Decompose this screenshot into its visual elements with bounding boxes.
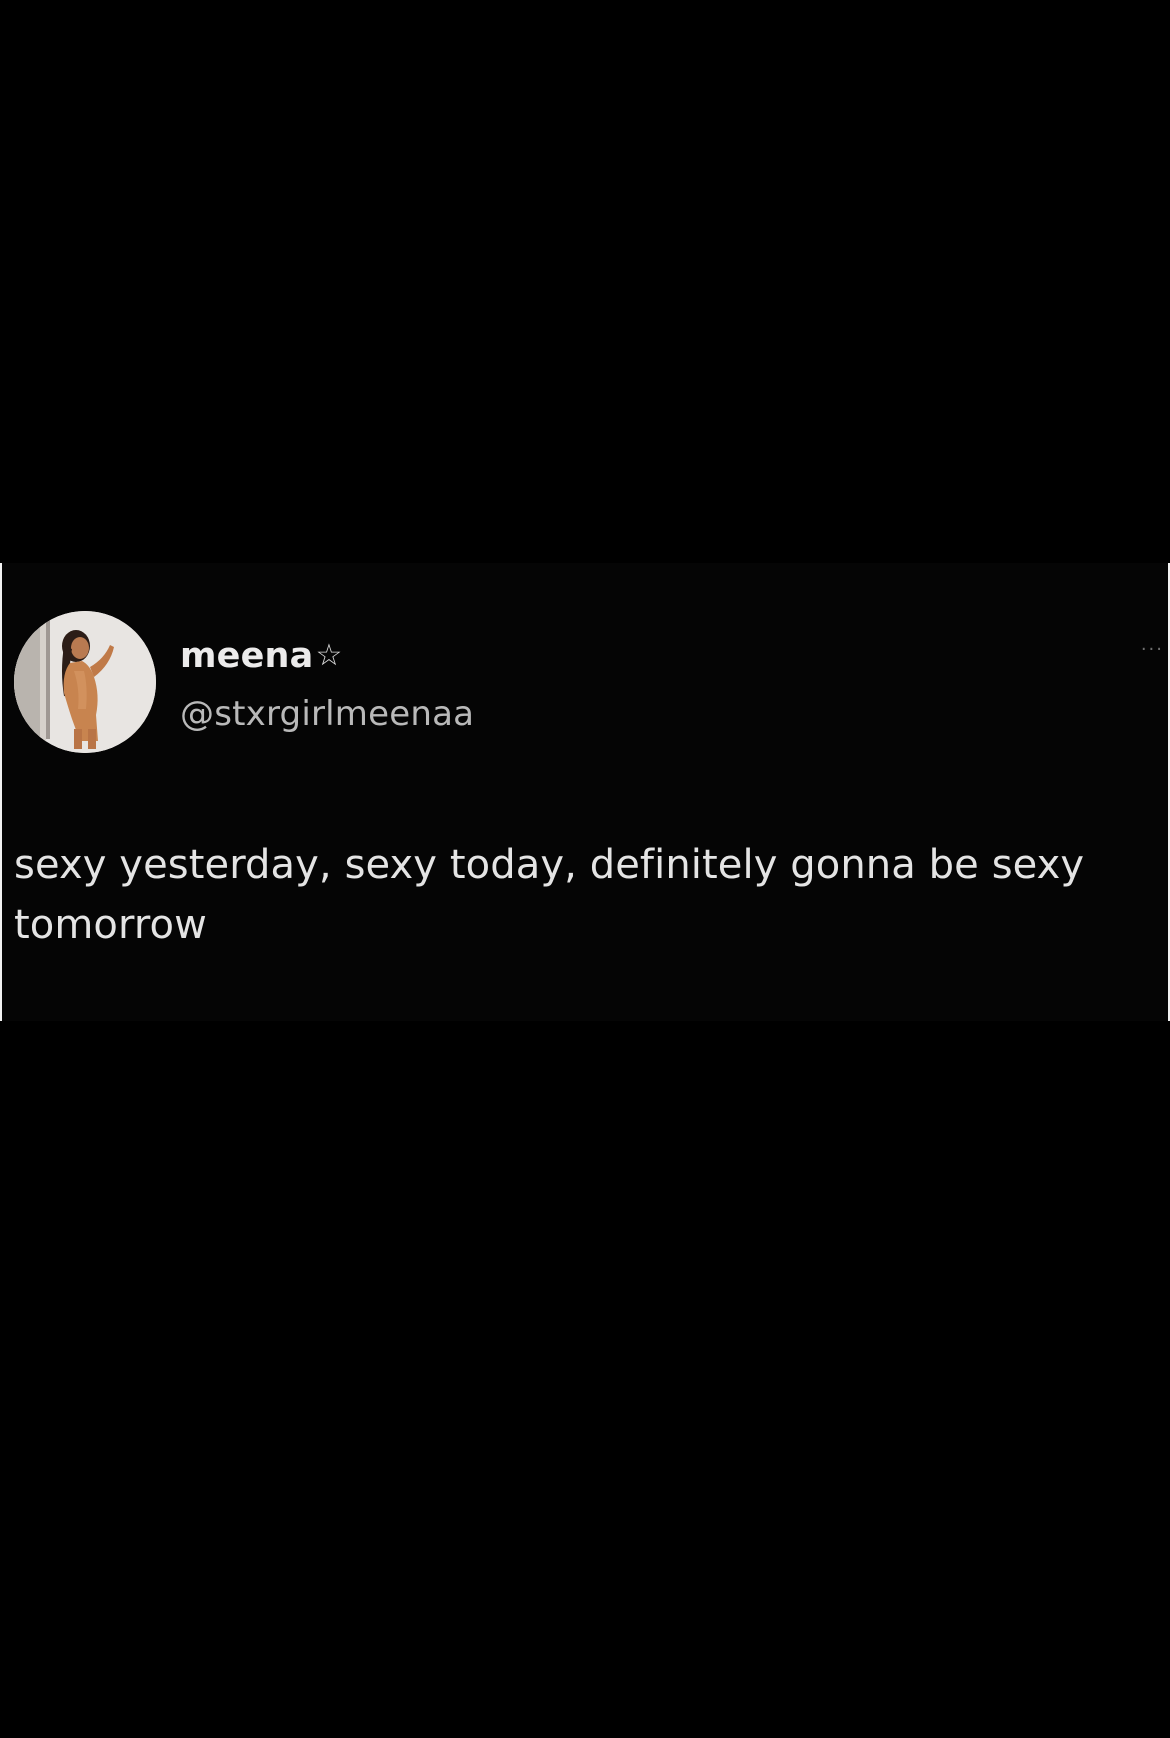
user-handle[interactable]: @stxrgirlmeenaa	[180, 694, 474, 734]
tweet-text: sexy yesterday, sexy today, definitely g…	[14, 842, 1085, 948]
more-options-icon[interactable]: ···	[1141, 641, 1164, 659]
star-outline-icon: ☆	[315, 638, 343, 673]
avatar[interactable]	[14, 611, 156, 753]
tweet-card[interactable]: meena ☆ @stxrgirlmeenaa ··· sexy yesterd…	[0, 563, 1170, 1021]
avatar-photo	[14, 611, 156, 753]
display-name-row[interactable]: meena ☆	[180, 633, 342, 679]
display-name[interactable]: meena	[180, 636, 313, 676]
